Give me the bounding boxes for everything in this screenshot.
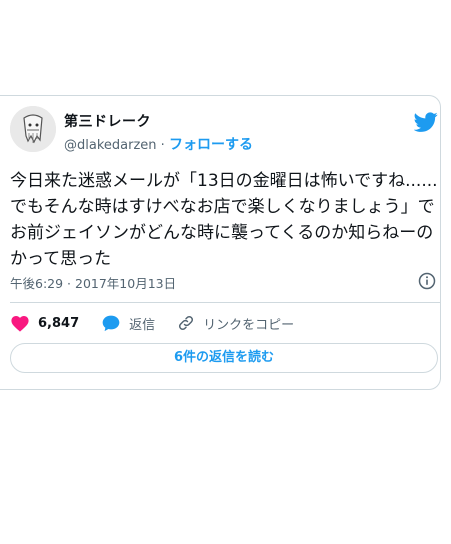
twitter-bird-icon[interactable] (414, 110, 438, 134)
heart-icon (11, 316, 29, 332)
tweet-card: 第三ドレーク @dlakedarzen · フォローする 今日来た迷惑メールが「… (0, 95, 441, 390)
read-replies-button[interactable]: 6件の返信を読む (10, 343, 438, 373)
action-bar: 6,847 返信 リンクをコピー (10, 312, 316, 334)
tweet-text: 今日来た迷惑メールが「13日の金曜日は怖いですね......でもそんな時はすけべ… (10, 171, 438, 269)
reply-button[interactable]: 返信 (101, 314, 155, 333)
handle-separator: · (160, 138, 165, 153)
author-name[interactable]: 第三ドレーク (64, 111, 151, 131)
copy-link-label: リンクをコピー (203, 317, 295, 333)
avatar-image (10, 106, 56, 152)
reply-label: 返信 (129, 317, 156, 333)
handle-row: @dlakedarzen · フォローする (64, 134, 253, 154)
avatar[interactable] (10, 106, 56, 152)
author-handle[interactable]: @dlakedarzen (64, 138, 157, 153)
like-button[interactable]: 6,847 (10, 314, 79, 332)
follow-button[interactable]: フォローする (169, 137, 253, 153)
divider (10, 302, 440, 303)
link-icon (179, 315, 194, 331)
like-count: 6,847 (38, 315, 80, 331)
reply-bubble-icon (102, 315, 120, 332)
info-icon[interactable] (418, 272, 436, 290)
tweet-timestamp[interactable]: 午後6:29 · 2017年10月13日 (10, 273, 176, 292)
copy-link-button[interactable]: リンクをコピー (177, 314, 294, 333)
